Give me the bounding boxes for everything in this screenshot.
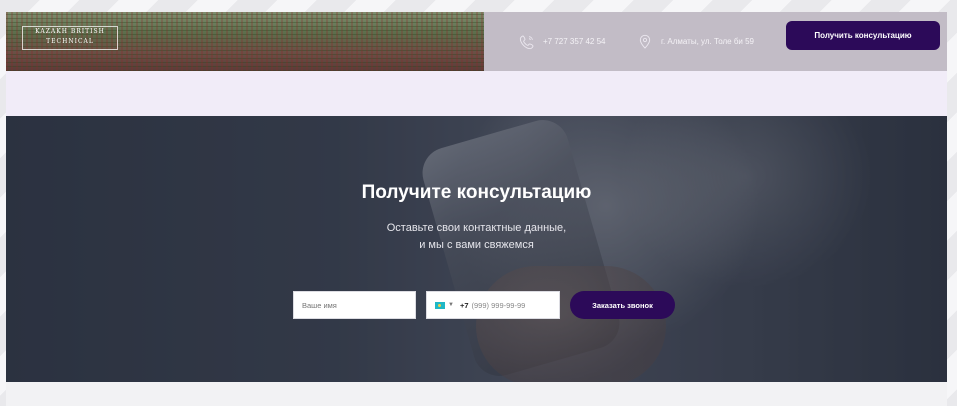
phone-mask-placeholder: (999) 999-99-99 bbox=[471, 300, 526, 310]
logo[interactable]: KAZAKH BRITISH TECHNICAL bbox=[22, 26, 118, 50]
subtitle-line-1: Оставьте свои контактные данные, bbox=[386, 222, 567, 234]
phone-icon bbox=[519, 35, 534, 49]
section-subtitle: Оставьте свои контактные данные, и мы с … bbox=[6, 220, 947, 254]
phone-country-code: +7 bbox=[459, 300, 469, 310]
header-address-text: г. Алматы, ул. Толе би 59 bbox=[661, 37, 755, 46]
header-banner-image: KAZAKH BRITISH TECHNICAL bbox=[6, 12, 484, 71]
section-title: Получите консультацию bbox=[361, 182, 592, 203]
header-phone[interactable]: +7 727 357 42 54 bbox=[519, 12, 606, 71]
logo-line-2: TECHNICAL bbox=[46, 38, 94, 45]
consultation-section: Получите консультацию Оставьте свои конт… bbox=[6, 116, 947, 382]
subtitle-line-2: и мы с вами свяжемся bbox=[419, 239, 534, 251]
phone-input[interactable]: ▼ +7 (999) 999-99-99 bbox=[426, 291, 560, 319]
location-pin-icon bbox=[639, 34, 651, 49]
lavender-band bbox=[6, 71, 947, 116]
kazakhstan-flag-icon[interactable] bbox=[435, 301, 445, 309]
header-address: г. Алматы, ул. Толе би 59 bbox=[637, 12, 754, 71]
get-consultation-button[interactable]: Получить консультацию bbox=[786, 21, 940, 50]
order-call-button[interactable]: Заказать звонок bbox=[570, 291, 675, 319]
footer-band bbox=[6, 382, 947, 406]
name-input[interactable] bbox=[293, 291, 416, 319]
chevron-down-icon[interactable]: ▼ bbox=[448, 302, 454, 308]
site-header: KAZAKH BRITISH TECHNICAL +7 727 357 42 5… bbox=[6, 12, 947, 71]
header-phone-text: +7 727 357 42 54 bbox=[543, 37, 606, 46]
page-frame: KAZAKH BRITISH TECHNICAL +7 727 357 42 5… bbox=[6, 12, 947, 406]
logo-line-1: KAZAKH BRITISH bbox=[35, 28, 105, 35]
